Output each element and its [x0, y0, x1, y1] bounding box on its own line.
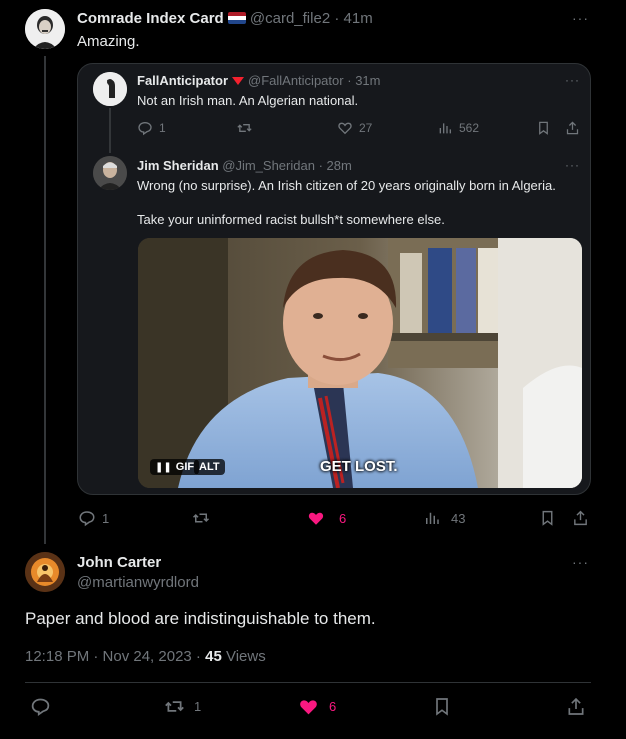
bookmark-icon — [539, 121, 548, 135]
like-count: 6 — [339, 510, 347, 526]
share-button[interactable] — [566, 696, 586, 717]
reply-icon — [79, 511, 95, 527]
repost-button[interactable] — [236, 120, 259, 136]
like-count: 27 — [359, 121, 373, 135]
tweet-timestamp[interactable]: 12:18 PM · Nov 24, 2023 · — [25, 648, 205, 665]
repost-button[interactable]: 1 — [163, 696, 201, 717]
quote-text: Wrong (no surprise). An Irish citizen of… — [137, 178, 556, 193]
quote-header: Jim Sheridan @Jim_Sheridan · 28m — [137, 158, 352, 173]
like-count: 6 — [329, 699, 337, 714]
more-options-icon[interactable]: ··· — [565, 158, 580, 172]
reply-button[interactable] — [30, 696, 57, 717]
quote-thread-line — [109, 108, 111, 153]
avatar-portrait-icon — [93, 156, 127, 190]
share-icon — [568, 697, 584, 715]
heart-filled-icon — [308, 512, 324, 525]
netherlands-flag-icon — [227, 12, 246, 24]
repost-icon — [192, 513, 210, 523]
reply-icon — [138, 121, 152, 136]
avatar-portrait-icon — [25, 9, 65, 49]
tweet-text: Paper and blood are indistinguishable to… — [25, 609, 376, 628]
quote-author-name[interactable]: Jim Sheridan — [137, 158, 219, 173]
avatar[interactable] — [25, 552, 65, 592]
views-label: Views — [221, 648, 266, 665]
bookmark-icon — [542, 510, 553, 526]
repost-count: 1 — [194, 699, 202, 714]
reply-count: 1 — [102, 510, 110, 526]
share-button[interactable] — [572, 509, 589, 527]
divider — [25, 682, 591, 683]
bookmark-button[interactable] — [539, 509, 556, 527]
pause-gif-button[interactable]: ❚❚ GIF — [150, 459, 200, 475]
gif-label: GIF — [175, 461, 195, 473]
more-options-icon[interactable]: ··· — [565, 73, 580, 87]
author-name[interactable]: Comrade Index Card — [77, 10, 224, 27]
tweet-header: Comrade Index Card @card_file2 · 41m — [77, 10, 373, 27]
reply-count: 1 — [159, 121, 166, 135]
author-handle[interactable]: @martianwyrdlord — [77, 574, 199, 591]
quote-author-handle[interactable]: @FallAnticipator — [248, 73, 344, 88]
quote-time[interactable]: 28m — [327, 158, 352, 173]
avatar[interactable] — [93, 156, 127, 190]
gif-caption: GET LOST. — [320, 458, 398, 475]
separator-dot: · — [318, 158, 323, 173]
bookmark-button[interactable] — [432, 696, 452, 717]
analytics-icon — [426, 512, 439, 524]
quote-time[interactable]: 31m — [355, 73, 380, 88]
bookmark-icon — [436, 698, 448, 716]
share-icon — [574, 510, 587, 526]
separator-dot: · — [334, 10, 340, 27]
gif-media[interactable]: GET LOST. ❚❚ GIF ALT — [138, 238, 582, 488]
red-triangle-icon — [232, 77, 245, 85]
share-icon — [566, 121, 579, 135]
like-button[interactable]: 6 — [298, 696, 336, 717]
tweet-meta: 12:18 PM · Nov 24, 2023 · 45 Views — [25, 648, 266, 665]
avatar-art-icon — [25, 552, 65, 592]
bookmark-button[interactable] — [536, 120, 551, 136]
repost-button[interactable] — [191, 509, 217, 527]
avatar[interactable] — [93, 72, 127, 106]
tweet-time[interactable]: 41m — [344, 10, 373, 27]
quote-text: Take your uninformed racist bullsh*t som… — [137, 212, 445, 227]
heart-filled-icon — [300, 700, 317, 715]
more-options-icon[interactable]: ··· — [572, 554, 589, 570]
reply-icon — [31, 698, 50, 717]
alt-text-button[interactable]: ALT — [194, 459, 225, 475]
like-button[interactable]: 27 — [337, 120, 372, 136]
pause-icon: ❚❚ — [155, 461, 172, 473]
view-count: 43 — [451, 510, 466, 526]
reply-button[interactable]: 1 — [137, 120, 166, 136]
view-count: 562 — [459, 121, 480, 135]
quote-text: Not an Irish man. An Algerian national. — [137, 93, 359, 108]
gif-frame-image — [138, 238, 582, 488]
quote-header: FallAnticipator @FallAnticipator · 31m — [137, 73, 380, 88]
views-count[interactable]: 45 — [205, 648, 222, 665]
author-handle[interactable]: @card_file2 — [250, 10, 330, 27]
repost-icon — [237, 124, 252, 132]
more-options-icon[interactable]: ··· — [572, 10, 589, 26]
heart-outline-icon — [338, 122, 352, 135]
views-button[interactable]: 562 — [437, 120, 479, 136]
quote-author-handle[interactable]: @Jim_Sheridan — [222, 158, 315, 173]
share-button[interactable] — [565, 120, 580, 136]
analytics-icon — [439, 123, 451, 134]
separator-dot: · — [347, 73, 352, 88]
avatar-silhouette-icon — [93, 72, 127, 106]
author-name[interactable]: John Carter — [77, 554, 161, 571]
reply-button[interactable]: 1 — [78, 509, 109, 527]
tweet-text: Amazing. — [77, 33, 140, 50]
thread-connector-line — [44, 56, 46, 544]
views-button[interactable]: 43 — [423, 509, 465, 527]
quote-author-name[interactable]: FallAnticipator — [137, 73, 228, 88]
like-button[interactable]: 6 — [307, 509, 346, 527]
repost-icon — [165, 701, 184, 712]
avatar[interactable] — [25, 9, 65, 49]
